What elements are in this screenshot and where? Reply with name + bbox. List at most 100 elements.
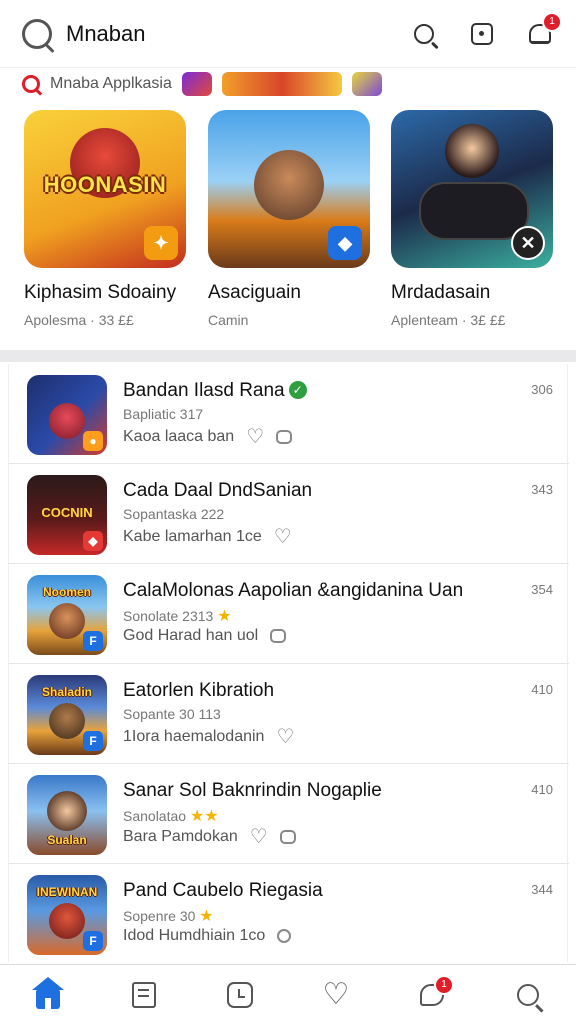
comment-icon[interactable] bbox=[270, 629, 287, 643]
list-thumb-caption: INEWINAN bbox=[36, 885, 98, 899]
list-meta: 1Iora haemalodanin ♡ bbox=[123, 727, 294, 747]
mini-thumb-2[interactable] bbox=[221, 72, 342, 96]
document-icon bbox=[132, 981, 156, 1008]
featured-name: Kiphasim Sdoainy bbox=[24, 282, 177, 303]
mini-thumb-1[interactable] bbox=[181, 72, 212, 96]
app-logo-icon[interactable] bbox=[22, 18, 52, 49]
list-item[interactable]: Noomen F CalaMolonas Aapolian &angidanin… bbox=[9, 564, 569, 664]
comment-icon[interactable] bbox=[279, 830, 296, 844]
nav-chat-button[interactable]: 1 bbox=[410, 973, 454, 1017]
featured-subtitle: Apolesma · 33 ££ bbox=[24, 312, 134, 328]
list-meta: Kaoa laaca ban ♡ bbox=[123, 427, 293, 447]
featured-badge-icon: ✦ bbox=[144, 226, 178, 260]
list-subtitle: Sanolatao ★★ bbox=[123, 806, 219, 826]
comment-icon[interactable] bbox=[277, 929, 292, 943]
bottom-nav: ♡ 1 bbox=[0, 964, 576, 1024]
list-meta: Kabe lamarhan 1ce ♡ bbox=[123, 527, 292, 547]
list-count: 343 bbox=[531, 482, 553, 497]
list-subtitle-text: Sopenre 30 bbox=[123, 908, 196, 924]
featured-carousel: HOONASIN ✦ Kiphasim Sdoainy Apolesma · 3… bbox=[0, 110, 576, 340]
list-thumbnail: Sualan bbox=[27, 775, 107, 855]
list-title: Cada Daal DndSanian bbox=[123, 480, 313, 501]
featured-card[interactable]: ✕ Mrdadasain Aplenteam · 3£ ££ bbox=[391, 110, 553, 328]
list-thumbnail: INEWINAN F bbox=[27, 875, 107, 955]
nav-clock-button[interactable] bbox=[218, 973, 262, 1017]
verified-icon: ✓ bbox=[288, 381, 307, 399]
list-count: 410 bbox=[531, 782, 553, 797]
list-thumbnail: COCNIN ◆ bbox=[27, 475, 107, 555]
list-thumb-caption: Sualan bbox=[47, 833, 87, 847]
featured-badge-icon: ◆ bbox=[328, 226, 362, 260]
featured-card[interactable]: ◆ Asaciguain Camin bbox=[208, 110, 370, 328]
list-subtitle: Sopenre 30 ★ bbox=[123, 906, 214, 926]
heart-icon: ♡ bbox=[322, 977, 350, 1011]
list-title-text: Bandan Ilasd Rana bbox=[123, 380, 285, 401]
character-art bbox=[254, 150, 324, 220]
list-title: Sanar Sol Baknrindin Nogaplie bbox=[123, 780, 382, 801]
list-title: CalaMolonas Aapolian &angidanina Uan bbox=[123, 580, 464, 601]
list-meta-text: Bara Pamdokan bbox=[123, 828, 238, 845]
nav-document-button[interactable] bbox=[122, 973, 166, 1017]
nav-profile-button[interactable] bbox=[506, 973, 550, 1017]
nav-heart-button[interactable]: ♡ bbox=[314, 973, 358, 1017]
chat-badge: 1 bbox=[434, 974, 454, 995]
list-meta-text: Kaoa laaca ban bbox=[123, 428, 235, 445]
list-count: 354 bbox=[531, 582, 553, 597]
square-button[interactable] bbox=[468, 20, 496, 48]
list-subtitle: Sopante 30 113 bbox=[123, 706, 221, 722]
app-title: Mnaban bbox=[66, 20, 146, 46]
featured-thumbnail: ◆ bbox=[208, 110, 370, 268]
list-title: Pand Caubelo Riegasia bbox=[123, 880, 323, 901]
heart-icon[interactable]: ♡ bbox=[250, 827, 268, 847]
app-list: ● Bandan Ilasd Rana ✓ Bapliatic 317 Kaoa … bbox=[8, 364, 569, 964]
star-icon: ★ bbox=[199, 908, 214, 925]
app-screen: Mnaban 1 Mnaba Applkasia HOONASIN ✦ Kiph… bbox=[0, 0, 576, 1024]
heart-icon[interactable]: ♡ bbox=[246, 427, 264, 447]
list-badge-icon: ◆ bbox=[83, 531, 103, 551]
list-badge-icon: F bbox=[83, 631, 103, 651]
list-count: 306 bbox=[531, 382, 553, 397]
featured-subtitle: Camin bbox=[208, 312, 249, 328]
mini-thumb-3[interactable] bbox=[351, 72, 382, 96]
list-subtitle: Sopantaska 222 bbox=[123, 506, 225, 522]
list-thumb-caption: Shaladin bbox=[41, 685, 92, 699]
featured-name: Asaciguain bbox=[208, 282, 301, 303]
heart-icon[interactable]: ♡ bbox=[276, 727, 294, 747]
square-icon bbox=[471, 22, 493, 45]
section-divider bbox=[0, 350, 576, 362]
list-title: Eatorlen Kibratioh bbox=[123, 680, 275, 701]
list-badge-icon: F bbox=[83, 731, 103, 751]
comment-icon[interactable] bbox=[276, 430, 293, 444]
list-meta-text: Idod Humdhiain 1co bbox=[123, 927, 266, 944]
list-item[interactable]: Shaladin F Eatorlen Kibratioh Sopante 30… bbox=[9, 664, 569, 764]
nav-home-button[interactable] bbox=[26, 973, 70, 1017]
featured-thumb-caption: HOONASIN bbox=[43, 172, 167, 197]
character-art bbox=[445, 124, 499, 178]
list-item[interactable]: Sualan Sanar Sol Baknrindin Nogaplie San… bbox=[9, 764, 569, 864]
list-subtitle-text: Sanolatao bbox=[123, 808, 187, 824]
list-item[interactable]: COCNIN ◆ Cada Daal DndSanian Sopantaska … bbox=[9, 464, 569, 564]
list-meta: Bara Pamdokan ♡ bbox=[123, 827, 296, 847]
character-art bbox=[49, 903, 85, 939]
list-item[interactable]: ● Bandan Ilasd Rana ✓ Bapliatic 317 Kaoa … bbox=[9, 364, 569, 464]
search-red-icon bbox=[22, 75, 40, 93]
notification-button[interactable]: 1 bbox=[526, 11, 562, 48]
list-thumb-caption: COCNIN bbox=[41, 505, 93, 520]
list-badge-icon: ● bbox=[83, 431, 103, 451]
list-title: Bandan Ilasd Rana ✓ bbox=[123, 380, 307, 402]
character-art bbox=[49, 403, 85, 439]
list-subtitle: Sonolate 2313 ★ bbox=[123, 606, 232, 626]
clock-icon bbox=[227, 981, 253, 1008]
character-art bbox=[49, 703, 85, 739]
list-item[interactable]: INEWINAN F Pand Caubelo Riegasia Sopenre… bbox=[9, 864, 569, 964]
list-subtitle-text: Sonolate 2313 bbox=[123, 608, 214, 624]
profile-icon bbox=[517, 983, 539, 1006]
search-button[interactable] bbox=[410, 20, 438, 48]
featured-card[interactable]: HOONASIN ✦ Kiphasim Sdoainy Apolesma · 3… bbox=[24, 110, 186, 328]
list-count: 410 bbox=[531, 682, 553, 697]
featured-thumbnail: HOONASIN ✦ bbox=[24, 110, 186, 268]
gamepad-icon bbox=[419, 182, 529, 240]
close-icon: ✕ bbox=[511, 226, 545, 260]
heart-icon[interactable]: ♡ bbox=[274, 527, 292, 547]
top-bar: Mnaban 1 bbox=[0, 0, 576, 68]
